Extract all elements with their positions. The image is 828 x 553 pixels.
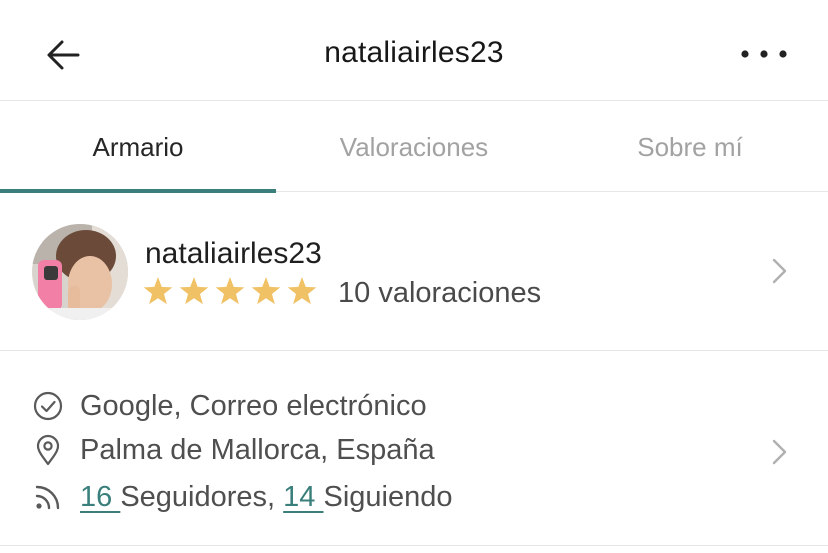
rss-feed-icon xyxy=(35,485,60,510)
more-horizontal-icon xyxy=(741,50,787,58)
tab-valoraciones[interactable]: Valoraciones xyxy=(276,101,552,191)
more-options-button[interactable] xyxy=(738,36,790,72)
star-icon xyxy=(287,277,317,305)
star-icon xyxy=(215,277,245,305)
verified-check-icon xyxy=(33,391,63,421)
ratings-count: 10 valoraciones xyxy=(338,277,542,309)
profile-info-section[interactable]: Google, Correo electrónico Palma de Mall… xyxy=(0,351,828,546)
tab-armario[interactable]: Armario xyxy=(0,101,276,191)
tab-bar: Armario Valoraciones Sobre mí xyxy=(0,101,828,193)
following-count-link[interactable]: 14 xyxy=(283,481,323,513)
tab-sobre-mi[interactable]: Sobre mí xyxy=(552,101,828,191)
star-icon xyxy=(251,277,281,305)
profile-username: nataliairles23 xyxy=(145,237,322,270)
top-bar: nataliairles23 xyxy=(0,0,828,101)
follow-stats: 16 Seguidores, 14 Siguiendo xyxy=(80,481,453,514)
verified-accounts: Google, Correo electrónico xyxy=(80,390,427,422)
star-icon xyxy=(179,277,209,305)
profile-summary-row[interactable]: nataliairles23 10 valoraciones xyxy=(0,192,828,351)
chevron-right-icon xyxy=(772,439,787,465)
rating-stars xyxy=(143,277,317,305)
avatar[interactable] xyxy=(32,224,128,320)
followers-count-link[interactable]: 16 xyxy=(80,481,120,513)
following-label: Siguiendo xyxy=(323,481,453,513)
followers-label: Seguidores, xyxy=(120,481,276,513)
page-title: nataliairles23 xyxy=(324,36,504,69)
chevron-right-icon xyxy=(772,258,787,284)
location-pin-icon xyxy=(36,434,60,466)
location-text: Palma de Mallorca, España xyxy=(80,434,435,466)
star-icon xyxy=(143,277,173,305)
